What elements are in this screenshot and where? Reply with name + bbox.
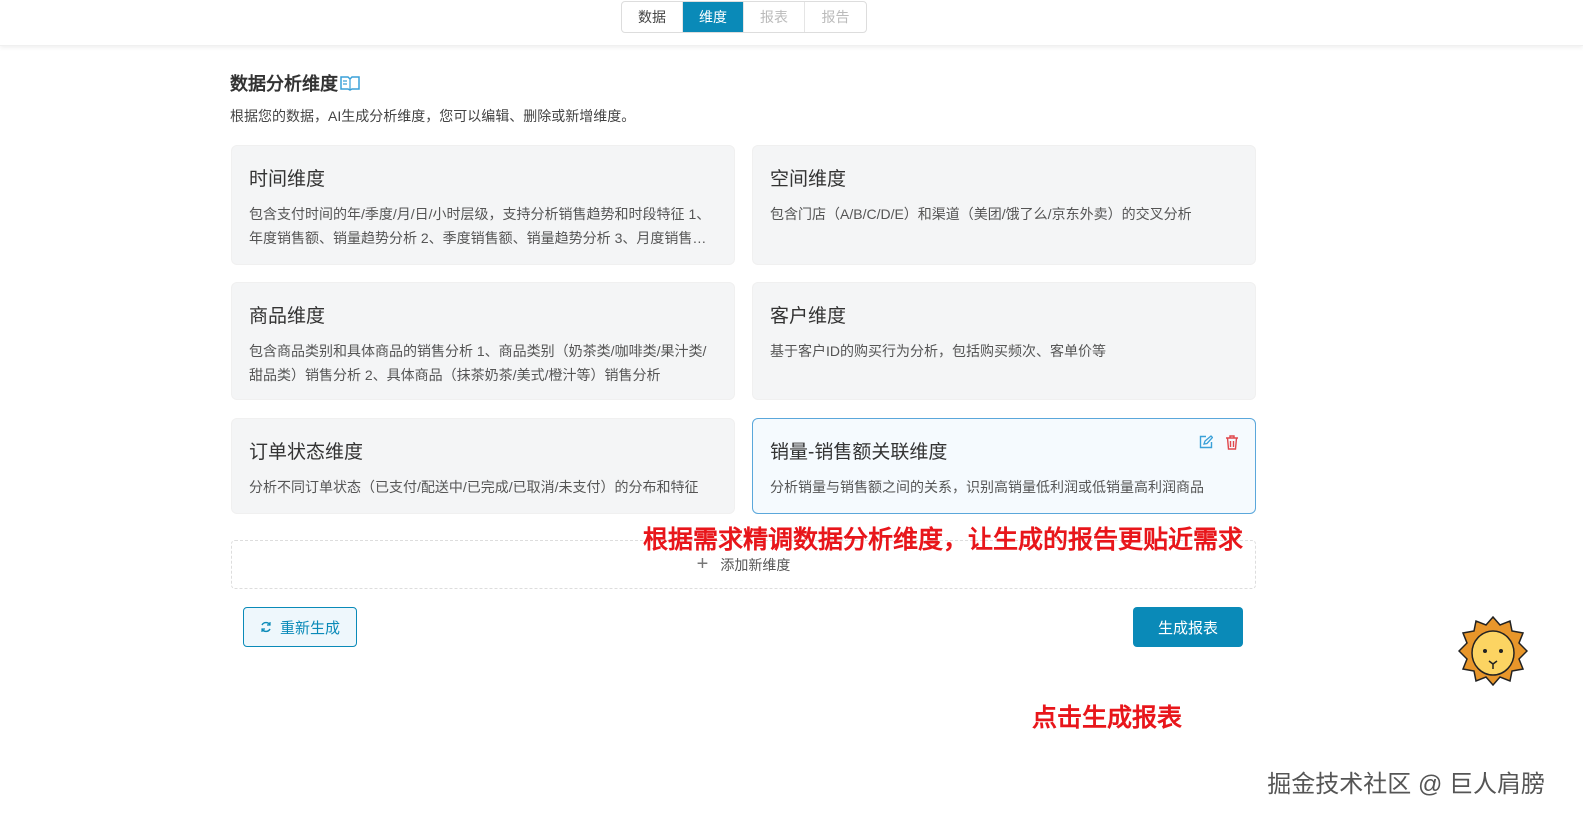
dimension-desc: 包含商品类别和具体商品的销售分析 1、商品类别（奶茶类/咖啡类/果汁类/甜品类）… [249,343,707,383]
dimension-title: 客户维度 [770,306,847,327]
tab-report[interactable]: 报告 [805,2,866,32]
edit-icon[interactable] [1199,435,1213,449]
dimension-card-selected[interactable]: 销量-销售额关联维度 分析销量与销售额之间的关系，识别高销量低利润或低销量高利润… [752,418,1256,514]
book-icon [340,76,360,91]
page-title-text: 数据分析维度 [230,74,338,94]
annotation-refine: 根据需求精调数据分析维度，让生成的报告更贴近需求 [643,526,1244,554]
dimension-title: 空间维度 [770,169,847,190]
dimension-desc: 基于客户ID的购买行为分析，包括购买频次、客单价等 [770,343,1106,359]
delete-icon[interactable] [1225,435,1239,450]
tab-table[interactable]: 报表 [744,2,805,32]
plus-icon: + [696,553,709,575]
dimension-title: 销量-销售额关联维度 [770,442,948,463]
dimension-desc: 包含支付时间的年/季度/月/日/小时层级，支持分析销售趋势和时段特征 1、年度销… [249,206,711,246]
page-title: 数据分析维度 [230,70,360,96]
tab-dimension[interactable]: 维度 [683,2,744,32]
regenerate-label: 重新生成 [279,619,340,637]
dimension-card[interactable]: 时间维度包含支付时间的年/季度/月/日/小时层级，支持分析销售趋势和时段特征 1… [231,145,735,265]
page-subtitle: 根据您的数据，AI生成分析维度，您可以编辑、删除或新增维度。 [230,108,636,124]
dimension-title: 订单状态维度 [249,442,364,463]
add-dimension-label: 添加新维度 [720,556,791,573]
step-tabs: 数据 维度 报表 报告 [621,1,867,33]
dimension-desc: 包含门店（A/B/C/D/E）和渠道（美团/饿了么/京东外卖）的交叉分析 [770,206,1192,222]
dimension-card[interactable]: 订单状态维度分析不同订单状态（已支付/配送中/已完成/已取消/未支付）的分布和特… [231,418,735,514]
regenerate-button[interactable]: 重新生成 [243,607,357,647]
dimension-card[interactable]: 商品维度包含商品类别和具体商品的销售分析 1、商品类别（奶茶类/咖啡类/果汁类/… [231,282,735,400]
dimension-desc: 分析不同订单状态（已支付/配送中/已完成/已取消/未支付）的分布和特征 [249,479,699,495]
dimension-desc: 分析销量与销售额之间的关系，识别高销量低利润或低销量高利润商品 [770,479,1204,495]
annotation-click-generate: 点击生成报表 [1032,704,1183,732]
generate-table-button[interactable]: 生成报表 [1133,607,1243,647]
dimension-title: 时间维度 [249,169,326,190]
tab-data[interactable]: 数据 [622,2,683,32]
refresh-icon [261,621,271,633]
top-bar: 数据 维度 报表 报告 [0,0,1583,46]
watermark: 掘金技术社区 @ 巨人肩膀 [1267,771,1545,798]
dimension-card[interactable]: 客户维度基于客户ID的购买行为分析，包括购买频次、客单价等 [752,282,1256,400]
lion-mascot-icon[interactable] [1458,615,1528,687]
dimension-title: 商品维度 [249,306,326,327]
dimension-card[interactable]: 空间维度包含门店（A/B/C/D/E）和渠道（美团/饿了么/京东外卖）的交叉分析 [752,145,1256,265]
